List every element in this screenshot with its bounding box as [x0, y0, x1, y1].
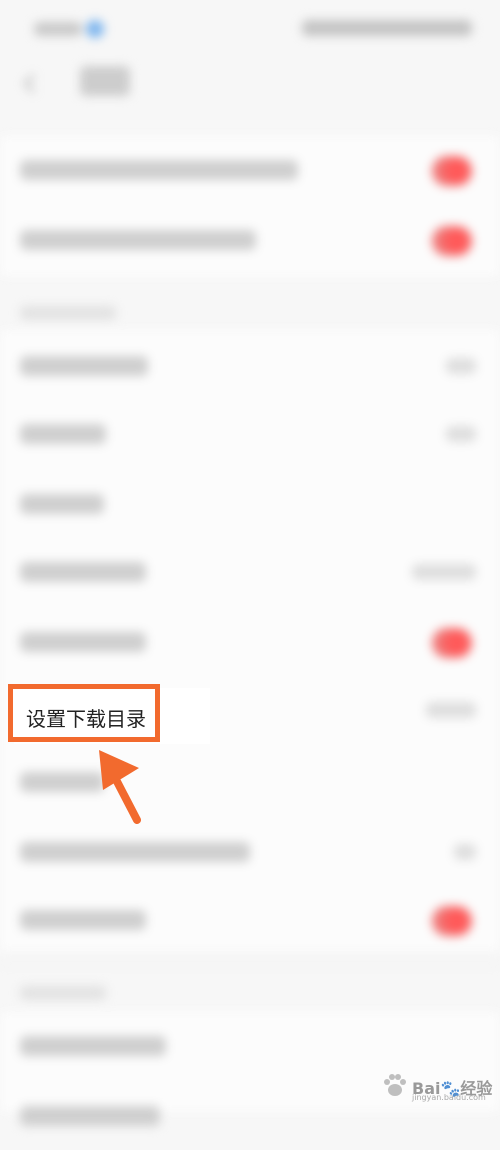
row-label — [20, 424, 106, 444]
row-value — [454, 844, 476, 860]
header — [0, 52, 500, 112]
row-label — [20, 1036, 166, 1056]
settings-row[interactable] — [0, 538, 500, 606]
settings-row[interactable] — [0, 470, 500, 538]
row-label — [20, 494, 104, 514]
toggle-switch[interactable] — [432, 226, 472, 256]
settings-row[interactable] — [0, 136, 500, 204]
row-value — [412, 564, 476, 580]
set-download-directory-button[interactable]: 设置下载目录 — [8, 684, 160, 742]
row-label — [20, 562, 146, 582]
notification-dot-icon — [86, 20, 104, 38]
section-header — [20, 986, 106, 1000]
row-label — [20, 842, 250, 862]
section-header — [20, 306, 116, 320]
row-value — [426, 702, 476, 718]
status-time — [34, 22, 82, 36]
row-value — [446, 358, 476, 374]
row-label — [20, 160, 298, 180]
row-label — [20, 772, 104, 792]
settings-row[interactable] — [0, 332, 500, 400]
blurred-settings-screen — [0, 0, 500, 1126]
baidu-paw-icon — [384, 1074, 406, 1096]
row-label — [20, 910, 146, 930]
set-download-directory-label: 设置下载目录 — [26, 707, 146, 731]
status-bar — [0, 0, 500, 60]
settings-row[interactable] — [0, 748, 500, 816]
divider — [0, 962, 500, 964]
settings-row[interactable] — [0, 818, 500, 886]
row-label — [20, 230, 256, 250]
back-arrow-icon[interactable] — [22, 74, 44, 90]
row-value — [446, 426, 476, 442]
row-label — [20, 632, 146, 652]
settings-card-middle — [0, 330, 500, 950]
settings-card-top — [0, 136, 500, 276]
toggle-switch[interactable] — [432, 628, 472, 658]
arrow-pointer-icon — [99, 750, 141, 824]
watermark: Bai🐾经验 jingyan.baidu.com — [378, 1065, 492, 1105]
toggle-switch[interactable] — [432, 906, 472, 936]
toggle-switch[interactable] — [432, 156, 472, 186]
settings-row[interactable] — [0, 608, 500, 676]
settings-row[interactable] — [0, 206, 500, 274]
settings-row[interactable] — [0, 400, 500, 468]
settings-row[interactable] — [0, 886, 500, 954]
watermark-url: jingyan.baidu.com — [412, 1093, 486, 1102]
row-label — [20, 1106, 160, 1126]
page-title — [80, 66, 130, 96]
status-indicators — [302, 20, 472, 36]
row-label — [20, 356, 148, 376]
